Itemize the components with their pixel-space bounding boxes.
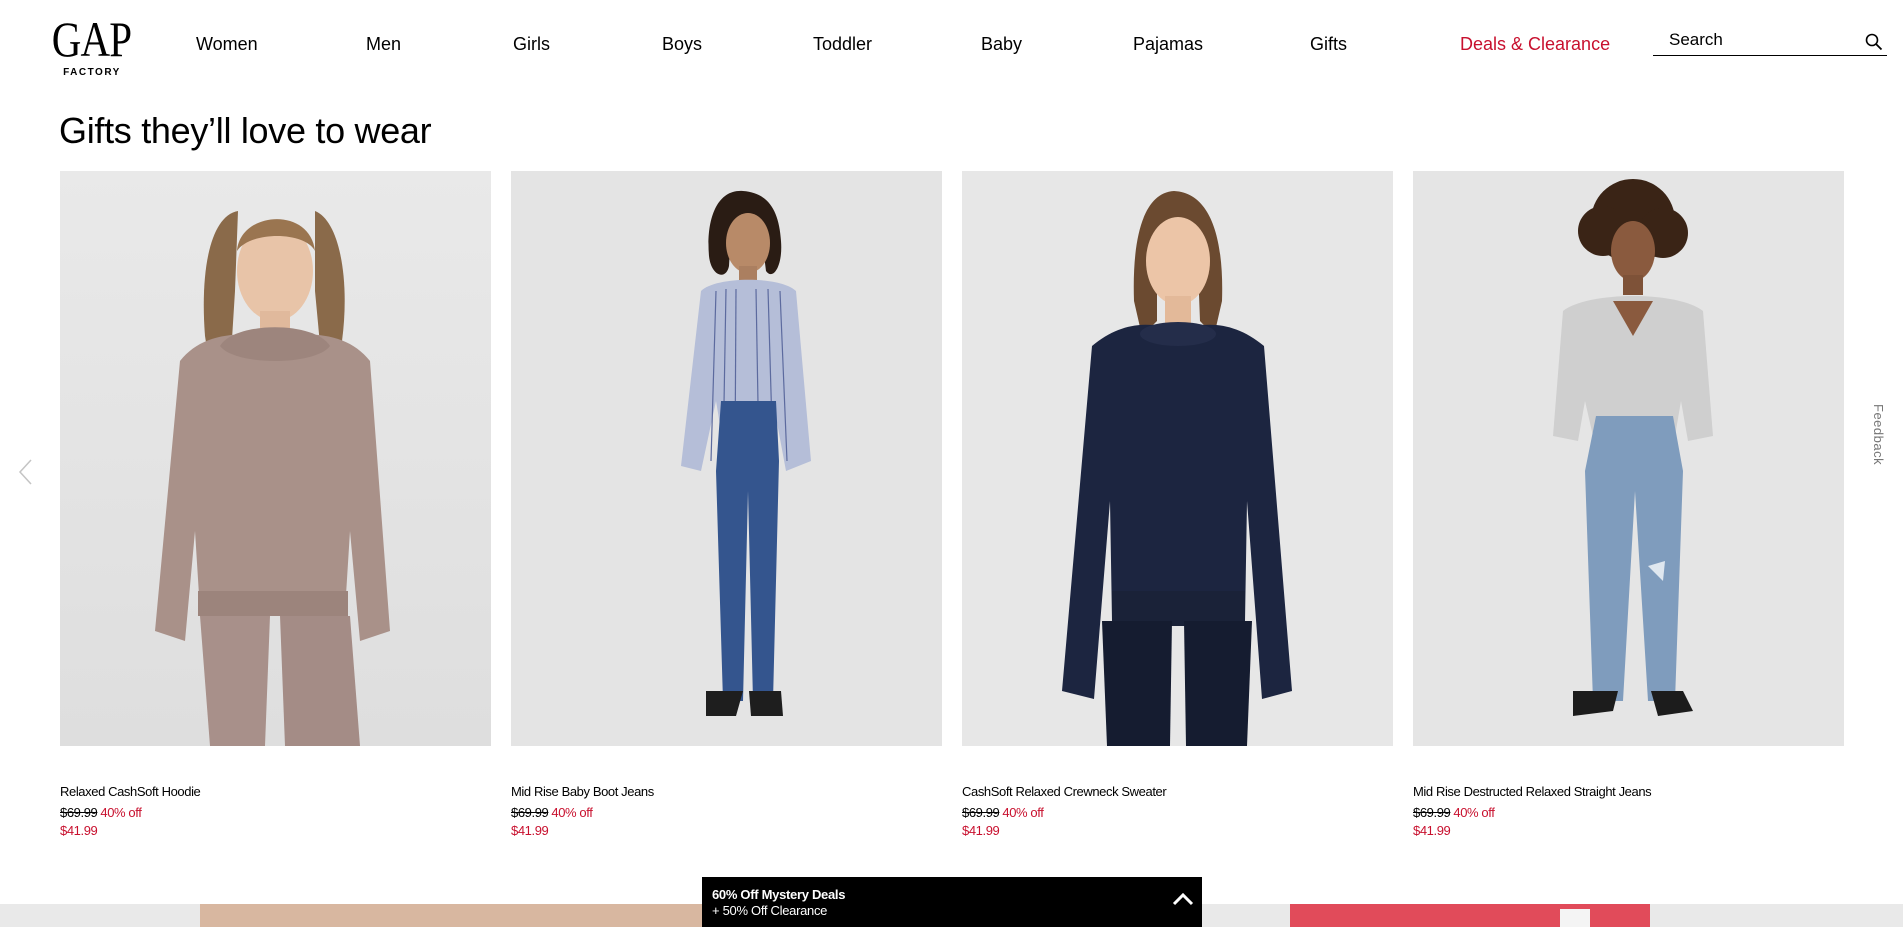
search-box <box>1653 26 1887 56</box>
sale-price: $41.99 <box>60 823 98 838</box>
original-price: $69.99 <box>962 805 1000 820</box>
nav-boys[interactable]: Boys <box>662 34 702 55</box>
nav-men[interactable]: Men <box>366 34 401 55</box>
search-input[interactable] <box>1653 26 1843 54</box>
product-image[interactable] <box>511 171 942 746</box>
nav-deals-clearance[interactable]: Deals & Clearance <box>1460 34 1610 55</box>
product-image[interactable] <box>962 171 1393 746</box>
site-header: GAP FACTORY Women Men Girls Boys Toddler… <box>0 0 1903 90</box>
nav-women[interactable]: Women <box>196 34 258 55</box>
product-card[interactable]: Mid Rise Baby Boot Jeans $69.99 40% off $… <box>511 171 942 838</box>
product-price-row: $69.99 40% off <box>962 805 1044 820</box>
product-name[interactable]: Mid Rise Destructed Relaxed Straight Jea… <box>1413 784 1652 799</box>
nav-girls[interactable]: Girls <box>513 34 550 55</box>
section-title: Gifts they’ll love to wear <box>59 110 432 151</box>
gap-factory-logo[interactable]: GAP FACTORY <box>52 14 132 78</box>
nav-baby[interactable]: Baby <box>981 34 1022 55</box>
original-price: $69.99 <box>60 805 98 820</box>
product-name[interactable]: Relaxed CashSoft Hoodie <box>60 784 201 799</box>
product-price-row: $69.99 40% off <box>511 805 593 820</box>
discount-label: 40% off <box>1002 805 1044 820</box>
original-price: $69.99 <box>511 805 549 820</box>
feedback-label: Feedback <box>1871 404 1886 466</box>
product-image[interactable] <box>60 171 491 746</box>
search-icon[interactable] <box>1865 33 1883 51</box>
carousel-prev-arrow-icon[interactable] <box>17 458 35 486</box>
logo-wordmark: GAP <box>52 11 132 67</box>
product-card[interactable]: CashSoft Relaxed Crewneck Sweater $69.99… <box>962 171 1393 838</box>
promo-bar[interactable]: 60% Off Mystery Deals + 50% Off Clearanc… <box>702 877 1202 927</box>
nav-toddler[interactable]: Toddler <box>813 34 872 55</box>
sale-price: $41.99 <box>962 823 1000 838</box>
sale-price: $41.99 <box>1413 823 1451 838</box>
product-card[interactable]: Mid Rise Destructed Relaxed Straight Jea… <box>1413 171 1844 838</box>
logo-subtitle: FACTORY <box>63 67 121 78</box>
discount-label: 40% off <box>100 805 142 820</box>
chevron-up-icon[interactable] <box>1172 891 1194 907</box>
discount-label: 40% off <box>551 805 593 820</box>
promo-headline: 60% Off Mystery Deals <box>712 887 846 902</box>
feedback-tab[interactable]: Feedback <box>1871 404 1896 470</box>
nav-pajamas[interactable]: Pajamas <box>1133 34 1203 55</box>
discount-label: 40% off <box>1453 805 1495 820</box>
product-image[interactable] <box>1413 171 1844 746</box>
product-price-row: $69.99 40% off <box>60 805 142 820</box>
nav-gifts[interactable]: Gifts <box>1310 34 1347 55</box>
sale-price: $41.99 <box>511 823 549 838</box>
original-price: $69.99 <box>1413 805 1451 820</box>
product-name[interactable]: CashSoft Relaxed Crewneck Sweater <box>962 784 1167 799</box>
product-card[interactable]: Relaxed CashSoft Hoodie $69.99 40% off $4… <box>60 171 491 838</box>
promo-subline: + 50% Off Clearance <box>712 903 828 918</box>
product-name[interactable]: Mid Rise Baby Boot Jeans <box>511 784 654 799</box>
product-price-row: $69.99 40% off <box>1413 805 1495 820</box>
